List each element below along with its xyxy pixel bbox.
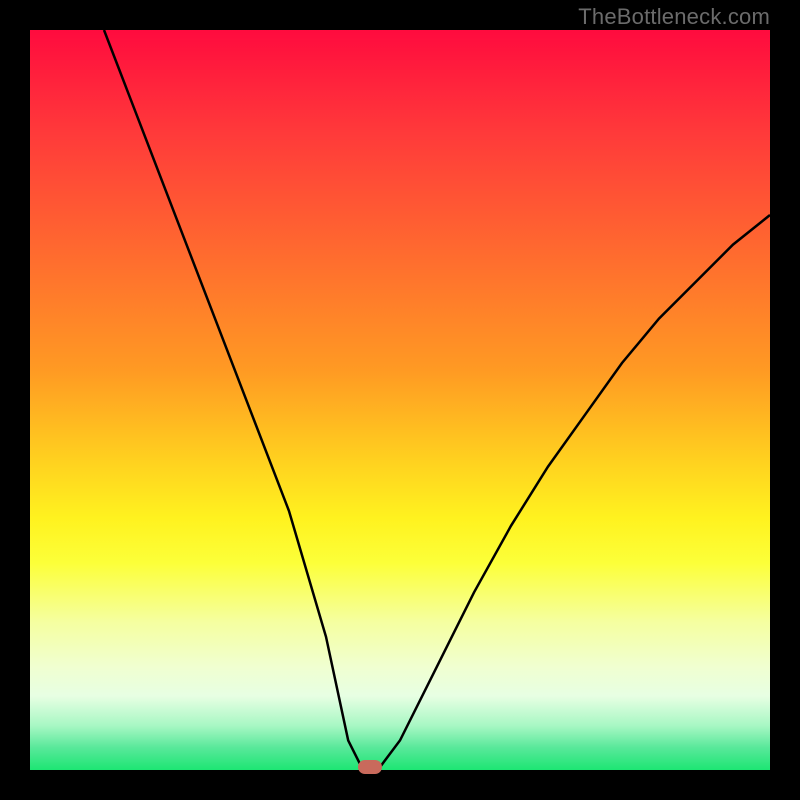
- watermark-text: TheBottleneck.com: [578, 4, 770, 30]
- chart-outer-frame: TheBottleneck.com: [0, 0, 800, 800]
- curve-svg: [30, 30, 770, 770]
- bottleneck-curve-path: [104, 30, 770, 770]
- optimal-point-marker: [358, 760, 382, 774]
- plot-area: [30, 30, 770, 770]
